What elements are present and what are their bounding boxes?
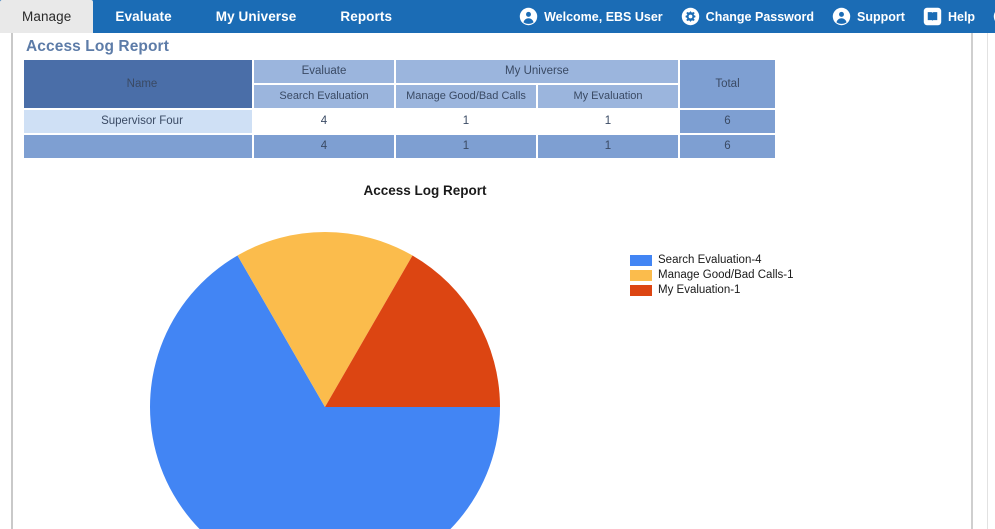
legend-item[interactable]: Manage Good/Bad Calls-1 (630, 268, 794, 282)
legend-swatch-icon (630, 254, 652, 266)
legend-label: My Evaluation-1 (658, 284, 741, 296)
table-header-row-groups: Name Evaluate My Universe Total (24, 60, 775, 108)
legend-label: Search Evaluation-4 (658, 254, 762, 266)
cell-my-evaluation: 1 (538, 110, 678, 133)
report-page: Manage Evaluate My Universe Reports Welc… (0, 0, 995, 529)
nav-welcome-user-label: Welcome, EBS User (544, 9, 663, 24)
footer-cell-name (24, 135, 252, 158)
tab-evaluate-label: Evaluate (115, 9, 172, 24)
user-circle-icon (832, 7, 851, 26)
tab-reports[interactable]: Reports (318, 0, 414, 33)
top-navigation-bar: Manage Evaluate My Universe Reports Welc… (0, 0, 995, 33)
nav-welcome-user[interactable]: Welcome, EBS User (510, 0, 672, 33)
footer-cell-total: 6 (680, 135, 775, 158)
col-header-name[interactable]: Name (24, 60, 252, 108)
chart-title: Access Log Report (363, 183, 487, 198)
pie-slice-group (150, 232, 500, 529)
chart-legend: Search Evaluation-4 Manage Good/Bad Call… (630, 253, 794, 297)
nav-support[interactable]: Support (823, 0, 914, 33)
tab-manage-label: Manage (22, 9, 72, 24)
col-header-manage-good-bad-calls[interactable]: Manage Good/Bad Calls (396, 85, 536, 108)
legend-label: Manage Good/Bad Calls-1 (658, 269, 794, 281)
nav-support-label: Support (857, 9, 905, 24)
table-footer-row: 4 1 1 6 (24, 135, 775, 158)
pie-chart (150, 232, 500, 529)
table-body: Supervisor Four 4 1 1 6 (24, 110, 775, 133)
tab-my-universe-label: My Universe (215, 9, 297, 24)
nav-utility-items: Welcome, EBS User Change Password Suppor… (510, 0, 995, 33)
table-head: Name Evaluate My Universe Total Search E… (24, 60, 775, 108)
tab-my-universe[interactable]: My Universe (194, 0, 319, 33)
nav-help[interactable]: Help (914, 0, 984, 33)
footer-cell-search-evaluation: 4 (254, 135, 394, 158)
tab-reports-label: Reports (340, 9, 393, 24)
col-header-my-evaluation[interactable]: My Evaluation (538, 85, 678, 108)
legend-item[interactable]: My Evaluation-1 (630, 283, 794, 297)
nav-help-label: Help (947, 9, 976, 24)
access-log-table: Name Evaluate My Universe Total Search E… (22, 58, 777, 160)
pie-chart-svg[interactable] (150, 232, 500, 529)
nav-change-password[interactable]: Change Password (672, 0, 823, 33)
cell-name: Supervisor Four (24, 110, 252, 133)
user-circle-icon (519, 7, 538, 26)
cell-total: 6 (680, 110, 775, 133)
tab-manage[interactable]: Manage (0, 0, 94, 33)
page-title: Access Log Report (26, 38, 169, 55)
footer-cell-manage-good-bad-calls: 1 (396, 135, 536, 158)
right-divider (971, 33, 973, 529)
chart-container: Access Log Report Search Evaluation-4 Ma… (0, 158, 971, 529)
legend-swatch-icon (630, 284, 652, 296)
table-foot: 4 1 1 6 (24, 135, 775, 158)
col-header-search-evaluation[interactable]: Search Evaluation (254, 85, 394, 108)
right-divider-outer (987, 33, 988, 529)
table-row: Supervisor Four 4 1 1 6 (24, 110, 775, 133)
col-header-my-universe[interactable]: My Universe (396, 60, 678, 83)
col-header-total[interactable]: Total (680, 60, 775, 108)
gear-circle-icon (681, 7, 700, 26)
cell-manage-good-bad-calls: 1 (396, 110, 536, 133)
nav-logout[interactable]: Logout (984, 0, 995, 33)
cell-search-evaluation: 4 (254, 110, 394, 133)
tab-evaluate[interactable]: Evaluate (93, 0, 193, 33)
content-area: Access Log Report Name Evaluate My Unive… (0, 33, 995, 529)
book-square-icon (923, 7, 942, 26)
legend-swatch-icon (630, 269, 652, 281)
primary-tabs: Manage Evaluate My Universe Reports (0, 0, 414, 33)
footer-cell-my-evaluation: 1 (538, 135, 678, 158)
legend-item[interactable]: Search Evaluation-4 (630, 253, 794, 267)
nav-change-password-label: Change Password (705, 9, 815, 24)
col-header-evaluate[interactable]: Evaluate (254, 60, 394, 83)
